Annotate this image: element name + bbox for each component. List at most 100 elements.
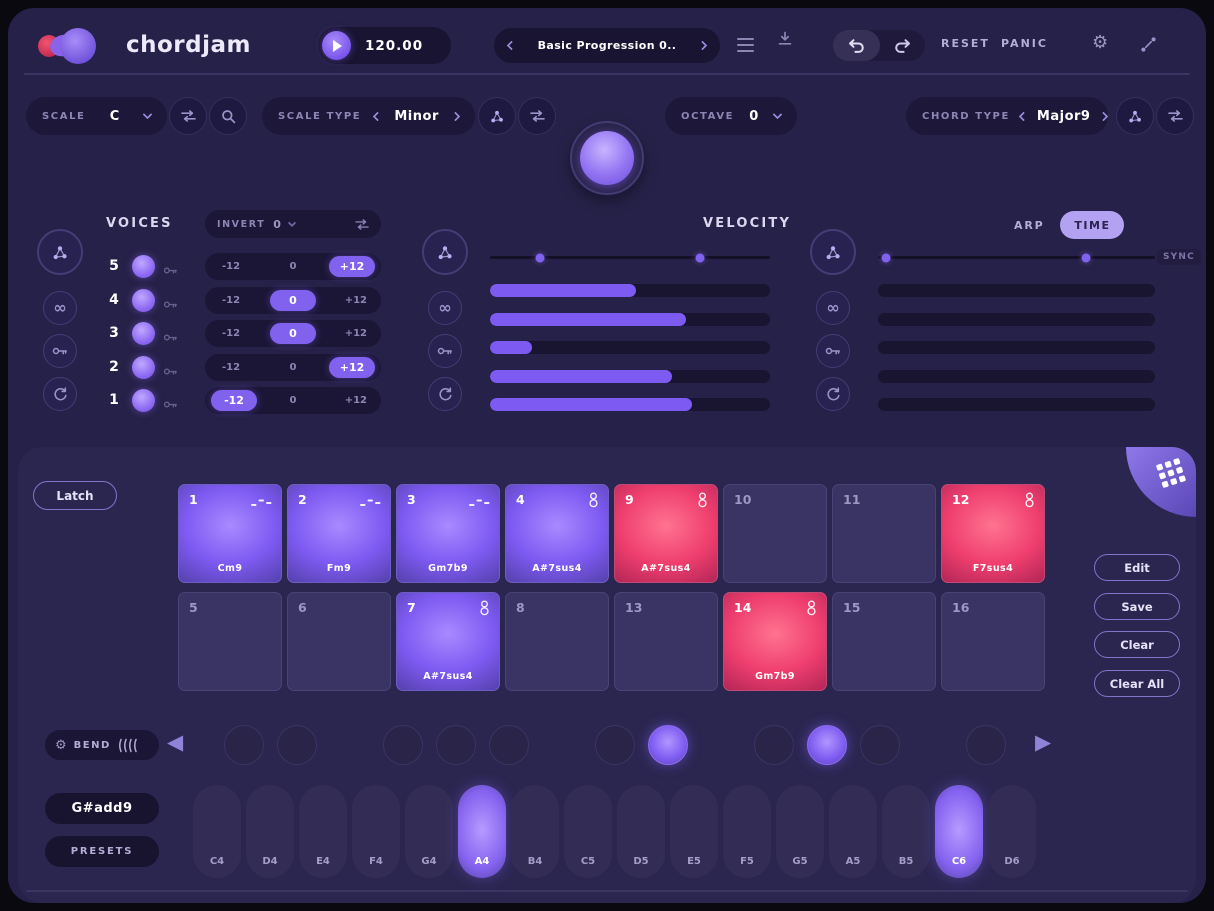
velocity-range-slider[interactable] (490, 256, 770, 259)
preset-name[interactable]: Basic Progression 0.. (538, 39, 677, 52)
prev-icon[interactable] (373, 111, 383, 121)
piano-key-E4[interactable]: E4 (299, 785, 347, 878)
time-key-lock-button[interactable] (816, 334, 850, 368)
redo-button[interactable] (880, 30, 925, 61)
range-handle[interactable] (696, 253, 705, 262)
time-tab[interactable]: TIME (1060, 211, 1124, 239)
voice-transpose-slider[interactable]: -12 0 +12 -12 (205, 387, 381, 414)
bend-wheel-A#4[interactable] (489, 725, 529, 765)
piano-key-D4[interactable]: D4 (246, 785, 294, 878)
time-range-slider[interactable] (878, 256, 1155, 259)
edit-button[interactable]: Edit (1094, 554, 1180, 581)
chord-pad-13[interactable]: 13 (614, 592, 718, 691)
chord-pad-7[interactable]: 7A#7sus4 (396, 592, 500, 691)
piano-key-A4[interactable]: A4 (458, 785, 506, 878)
range-handle[interactable] (882, 253, 891, 262)
chord-type-select[interactable]: CHORD TYPE Major9 (906, 97, 1108, 135)
time-reset-loop-button[interactable] (816, 377, 850, 411)
bend-wheel-G#5[interactable] (807, 725, 847, 765)
key-link-icon[interactable] (163, 362, 178, 381)
chord-pad-12[interactable]: 12F7sus4 (941, 484, 1045, 583)
scale-randomize-button[interactable] (169, 97, 207, 135)
velocity-infinity-button[interactable]: ∞ (428, 291, 462, 325)
chord-pad-8[interactable]: 8 (505, 592, 609, 691)
slider-active-value[interactable]: +12 (329, 256, 375, 277)
piano-key-B4[interactable]: B4 (511, 785, 559, 878)
velocity-reset-loop-button[interactable] (428, 377, 462, 411)
bend-gear-icon[interactable]: ⚙ (55, 739, 67, 752)
slider-active-value[interactable]: 0 (270, 290, 316, 311)
key-link-icon[interactable] (163, 295, 178, 314)
chord-pad-1[interactable]: 1Cm9 (178, 484, 282, 583)
key-link-icon[interactable] (163, 261, 178, 280)
piano-key-B5[interactable]: B5 (882, 785, 930, 878)
next-icon[interactable] (1099, 111, 1109, 121)
master-knob[interactable] (570, 121, 644, 195)
time-bar-4[interactable] (878, 313, 1155, 326)
voice-toggle[interactable] (132, 289, 155, 312)
chord-pad-10[interactable]: 10 (723, 484, 827, 583)
bend-wheel-G#4[interactable] (436, 725, 476, 765)
slider-active-value[interactable]: -12 (211, 390, 257, 411)
voice-toggle[interactable] (132, 389, 155, 412)
time-infinity-button[interactable]: ∞ (816, 291, 850, 325)
download-icon[interactable] (777, 31, 793, 50)
sync-badge[interactable]: SYNC (1157, 249, 1201, 265)
velocity-bar-2[interactable] (490, 370, 770, 383)
scale-type-random-button[interactable] (478, 97, 516, 135)
chord-type-shuffle-button[interactable] (1156, 97, 1194, 135)
velocity-bar-3[interactable] (490, 341, 770, 354)
chord-pad-3[interactable]: 3Gm7b9 (396, 484, 500, 583)
time-bar-1[interactable] (878, 398, 1155, 411)
chord-pad-16[interactable]: 16 (941, 592, 1045, 691)
piano-key-C6[interactable]: C6 (935, 785, 983, 878)
reset-button[interactable]: RESET (941, 37, 990, 50)
velocity-bar-5[interactable] (490, 284, 770, 297)
bend-control[interactable]: ⚙ BEND (45, 730, 159, 760)
bend-wheel-C#4[interactable] (224, 725, 264, 765)
bend-wheel-A#5[interactable] (860, 725, 900, 765)
piano-key-E5[interactable]: E5 (670, 785, 718, 878)
time-random-button[interactable] (810, 229, 856, 275)
piano-key-D6[interactable]: D6 (988, 785, 1036, 878)
range-handle[interactable] (536, 253, 545, 262)
key-link-icon[interactable] (163, 328, 178, 347)
scale-detect-button[interactable] (209, 97, 247, 135)
next-icon[interactable] (451, 111, 461, 121)
voice-toggle[interactable] (132, 322, 155, 345)
keyboard-scroll-left-icon[interactable]: ◀ (167, 732, 183, 753)
scale-type-select[interactable]: SCALE TYPE Minor (262, 97, 475, 135)
invert-shuffle-icon[interactable] (355, 215, 369, 234)
panic-button[interactable]: PANIC (1001, 37, 1048, 50)
velocity-random-button[interactable] (422, 229, 468, 275)
chord-pad-4[interactable]: 4A#7sus4 (505, 484, 609, 583)
piano-key-C4[interactable]: C4 (193, 785, 241, 878)
midi-routing-icon[interactable] (1140, 36, 1157, 57)
scale-type-shuffle-button[interactable] (518, 97, 556, 135)
keyboard-scroll-right-icon[interactable]: ▶ (1035, 732, 1051, 753)
velocity-bar-4[interactable] (490, 313, 770, 326)
voice-transpose-slider[interactable]: -12 0 +12 0 (205, 287, 381, 314)
voice-toggle[interactable] (132, 356, 155, 379)
latch-button[interactable]: Latch (33, 481, 117, 510)
voice-transpose-slider[interactable]: -12 0 +12 +12 (205, 253, 381, 280)
slider-active-value[interactable]: 0 (270, 323, 316, 344)
voice-transpose-slider[interactable]: -12 0 +12 +12 (205, 354, 381, 381)
clear-button[interactable]: Clear (1094, 631, 1180, 658)
menu-icon[interactable] (737, 38, 754, 52)
slider-active-value[interactable]: +12 (329, 357, 375, 378)
chord-pad-5[interactable]: 5 (178, 592, 282, 691)
bend-wheel-D#5[interactable] (648, 725, 688, 765)
clear-all-button[interactable]: Clear All (1094, 670, 1180, 697)
chord-pad-6[interactable]: 6 (287, 592, 391, 691)
velocity-key-lock-button[interactable] (428, 334, 462, 368)
undo-button[interactable] (833, 30, 880, 61)
velocity-bar-1[interactable] (490, 398, 770, 411)
chord-pad-11[interactable]: 11 (832, 484, 936, 583)
chord-pad-14[interactable]: 14Gm7b9 (723, 592, 827, 691)
time-bar-3[interactable] (878, 341, 1155, 354)
chord-pad-2[interactable]: 2Fm9 (287, 484, 391, 583)
bend-wheel-F#5[interactable] (754, 725, 794, 765)
key-link-icon[interactable] (163, 395, 178, 414)
piano-key-F5[interactable]: F5 (723, 785, 771, 878)
